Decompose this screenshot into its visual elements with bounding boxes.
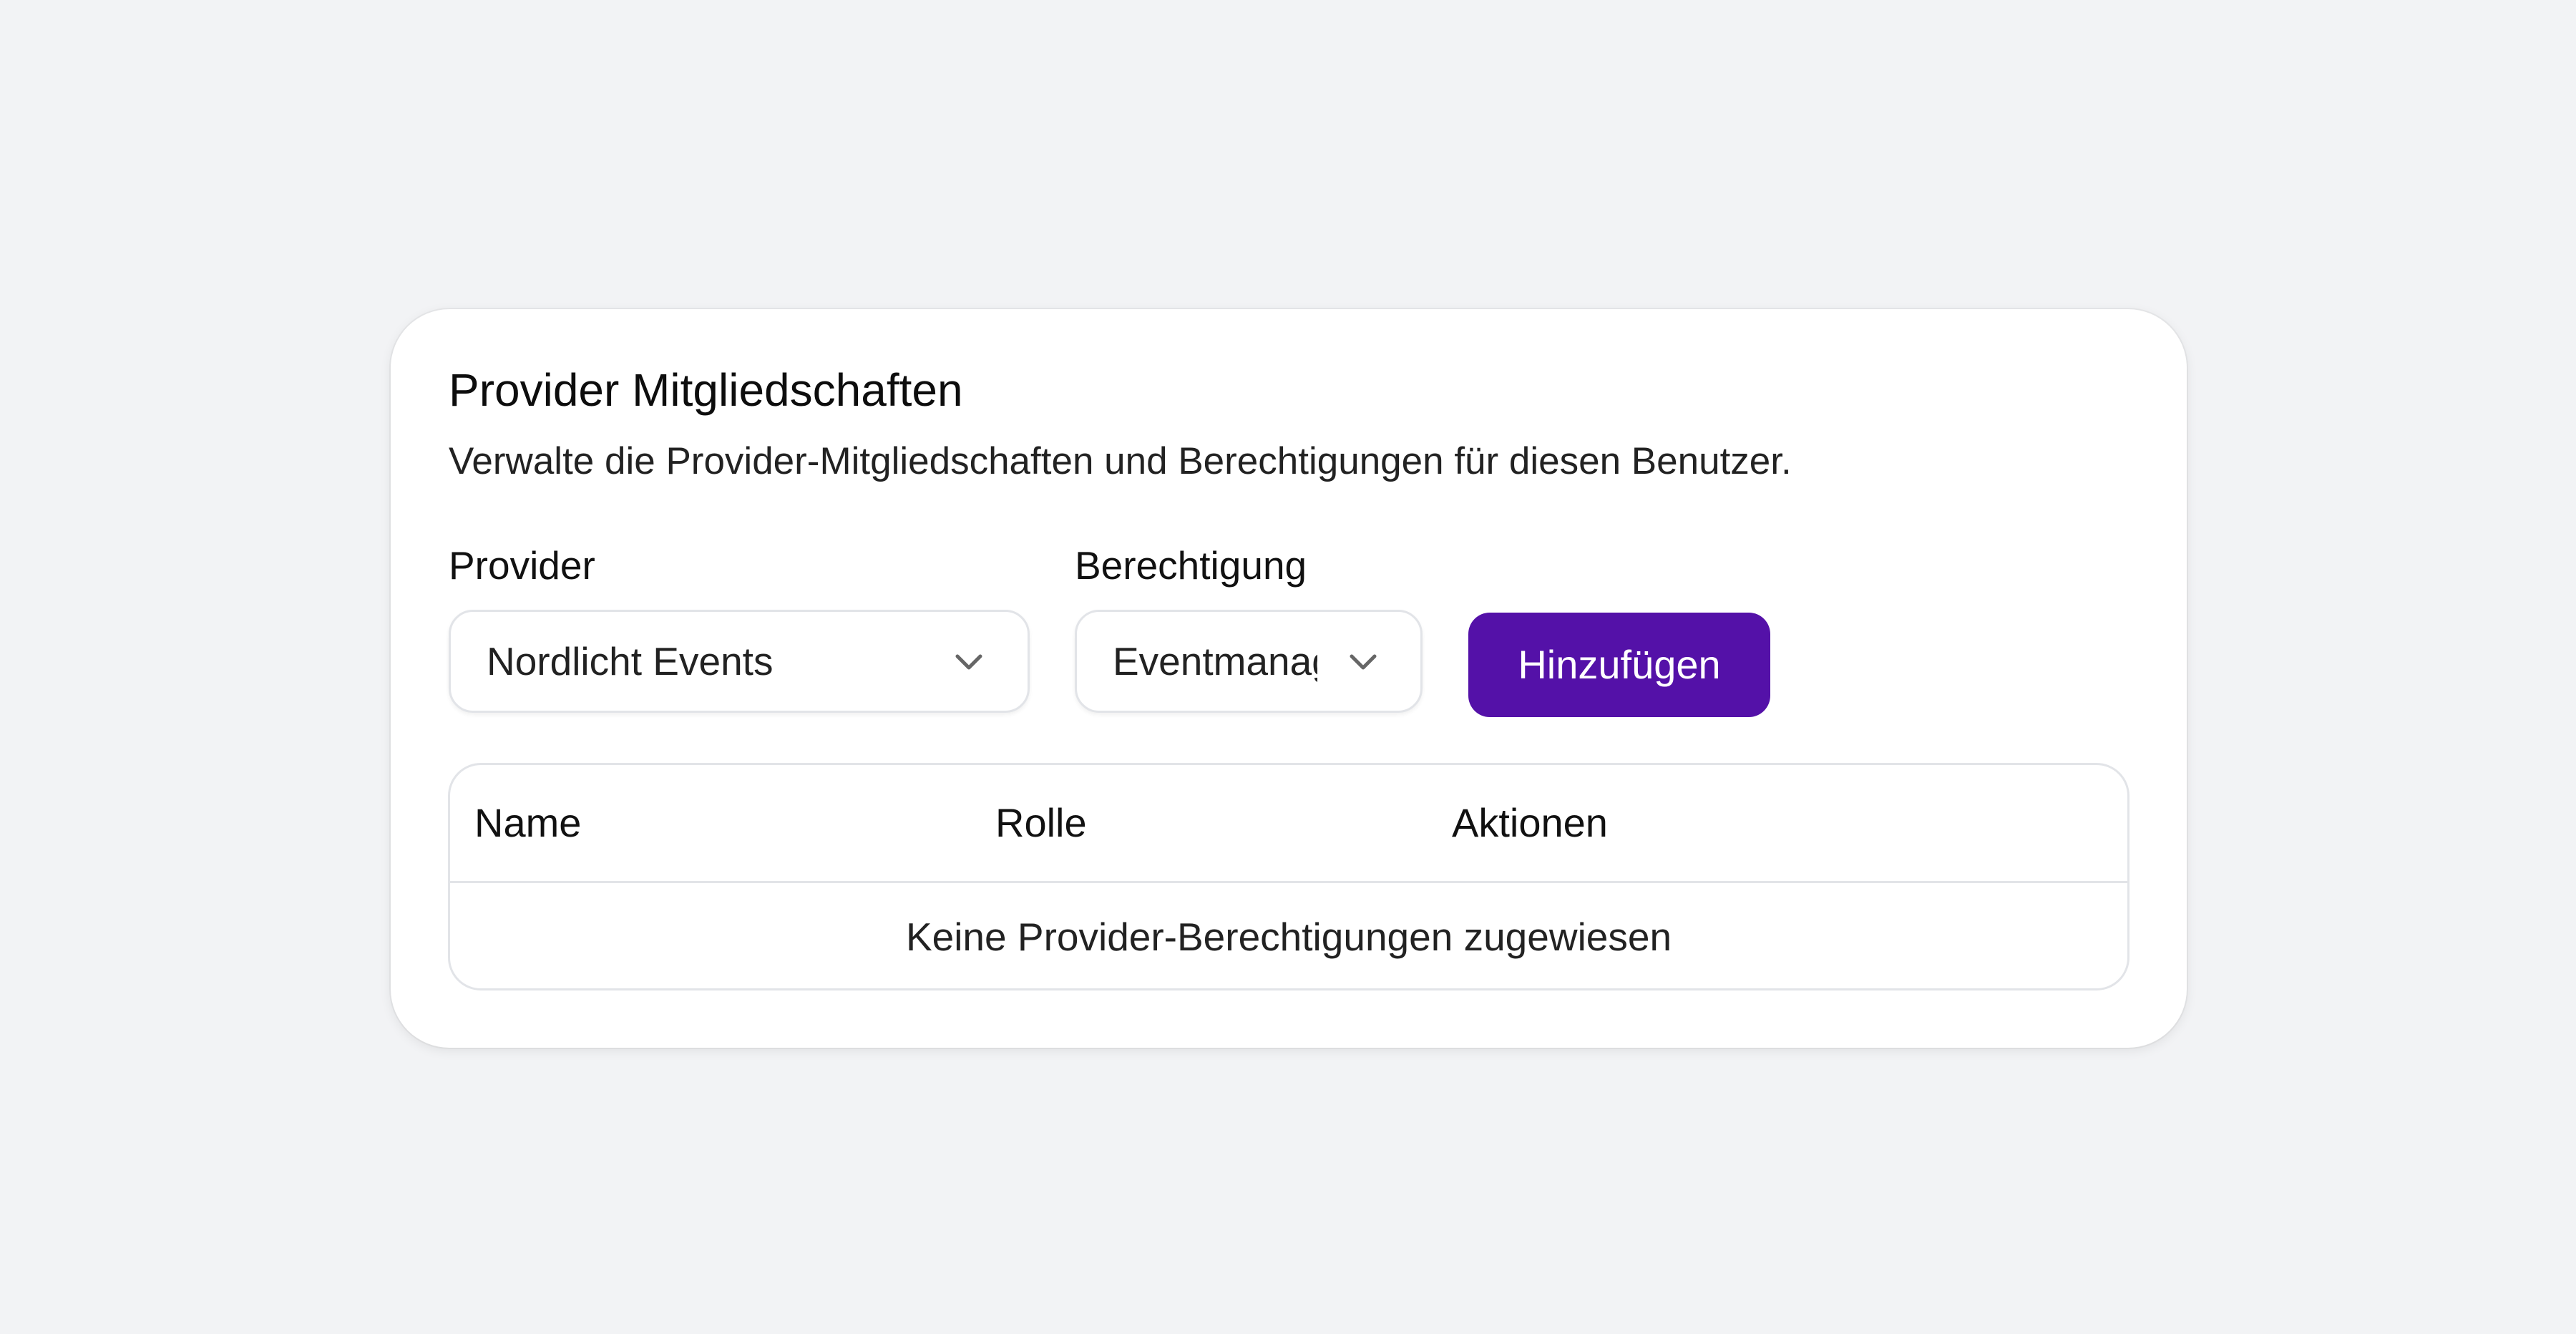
card-title: Provider Mitgliedschaften: [449, 364, 963, 416]
empty-state-message: Keine Provider-Berechtigungen zugewiesen: [905, 915, 1672, 959]
permission-label: Berechtigung: [1075, 543, 1307, 588]
provider-label: Provider: [449, 543, 595, 588]
chevron-down-icon: [955, 654, 982, 670]
permissions-table: Name Rolle Aktionen Keine Provider-Berec…: [448, 763, 2129, 990]
add-button[interactable]: Hinzufügen: [1468, 613, 1770, 717]
provider-memberships-card: Provider Mitgliedschaften Verwalte die P…: [391, 309, 2187, 1048]
column-header-actions: Aktionen: [1452, 800, 1608, 845]
permission-select[interactable]: Eventmanag: [1075, 610, 1423, 713]
column-header-role: Rolle: [995, 800, 1087, 845]
card-description: Verwalte die Provider-Mitgliedschaften u…: [449, 440, 1792, 482]
table-header: Name Rolle Aktionen: [450, 765, 2127, 883]
provider-select[interactable]: Nordlicht Events: [449, 610, 1030, 713]
column-header-name: Name: [474, 800, 582, 845]
chevron-down-icon: [1350, 654, 1377, 670]
provider-select-value: Nordlicht Events: [487, 639, 774, 683]
permission-select-value: Eventmanag: [1113, 639, 1317, 683]
